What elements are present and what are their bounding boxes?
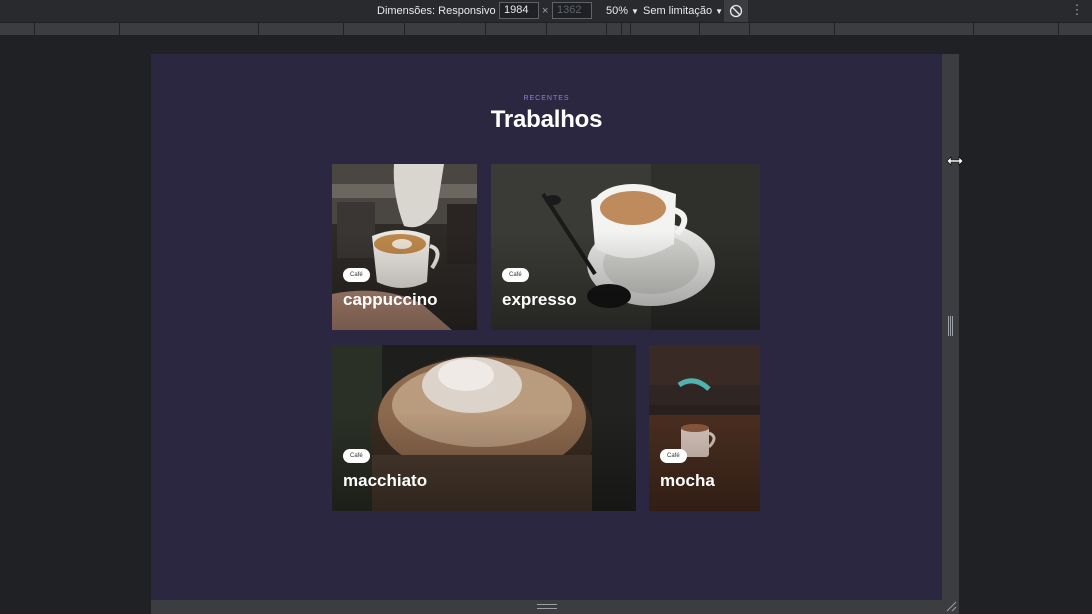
category-tag: Café bbox=[343, 449, 370, 463]
dimensions-dropdown[interactable]: Dimensões: Responsivo▼ bbox=[377, 0, 507, 22]
ruler-tick bbox=[630, 23, 631, 35]
ruler-tick bbox=[343, 23, 344, 35]
throttle-dropdown[interactable]: Sem limitação ▼ bbox=[643, 0, 723, 22]
section-kicker: RECENTES bbox=[523, 95, 570, 102]
card-title: cappuccino bbox=[343, 290, 438, 309]
ruler-tick bbox=[546, 23, 547, 35]
ruler-tick bbox=[621, 23, 622, 35]
chevron-down-icon: ▼ bbox=[715, 7, 723, 16]
ruler-tick bbox=[1058, 23, 1059, 35]
ruler-tick bbox=[606, 23, 607, 35]
width-input[interactable]: 1984 bbox=[499, 2, 539, 19]
chevron-down-icon: ▼ bbox=[631, 7, 639, 16]
card-title: macchiato bbox=[343, 471, 428, 490]
rotate-icon bbox=[729, 4, 743, 18]
more-options-icon[interactable]: ⋮ bbox=[1070, 0, 1084, 22]
ruler-tick bbox=[34, 23, 35, 35]
card-title: mocha bbox=[660, 471, 715, 490]
zoom-dropdown[interactable]: 50% ▼ bbox=[606, 0, 639, 22]
ruler-tick bbox=[973, 23, 974, 35]
dimensions-label: Dimensões: Responsivo bbox=[377, 5, 496, 17]
grip-icon bbox=[537, 604, 557, 609]
throttle-label: Sem limitação bbox=[643, 5, 713, 17]
card-expresso[interactable]: Café expresso bbox=[491, 164, 760, 330]
device-toolbar: Dimensões: Responsivo▼ 1984 × 1362 50%▼ … bbox=[0, 0, 1092, 22]
category-tag: Café bbox=[660, 449, 687, 463]
page-viewport: RECENTES Trabalhos Café cappuccino Café … bbox=[151, 54, 942, 600]
card-title: expresso bbox=[502, 290, 577, 309]
ruler-tick bbox=[404, 23, 405, 35]
rotate-button[interactable] bbox=[724, 0, 748, 22]
height-input[interactable]: 1362 bbox=[552, 2, 592, 19]
ruler-tick bbox=[699, 23, 700, 35]
grip-icon bbox=[948, 316, 953, 336]
card-macchiato[interactable]: Café macchiato bbox=[332, 345, 636, 511]
ruler-tick bbox=[485, 23, 486, 35]
category-tag: Café bbox=[502, 268, 529, 282]
card-mocha[interactable]: Café mocha bbox=[649, 345, 760, 511]
width-resize-handle[interactable] bbox=[942, 54, 959, 600]
ruler-tick bbox=[834, 23, 835, 35]
media-query-bar[interactable] bbox=[0, 22, 1092, 36]
height-resize-handle[interactable] bbox=[151, 600, 959, 614]
card-cappuccino[interactable]: Café cappuccino bbox=[332, 164, 477, 330]
ruler-tick bbox=[119, 23, 120, 35]
category-tag: Café bbox=[343, 268, 370, 282]
section-title: Trabalhos bbox=[490, 106, 603, 133]
corner-resize-handle[interactable] bbox=[944, 600, 958, 612]
ruler-tick bbox=[749, 23, 750, 35]
ruler-tick bbox=[258, 23, 259, 35]
zoom-label: 50% bbox=[606, 5, 629, 17]
resize-cursor-icon bbox=[946, 156, 964, 166]
times-sign: × bbox=[542, 5, 549, 17]
